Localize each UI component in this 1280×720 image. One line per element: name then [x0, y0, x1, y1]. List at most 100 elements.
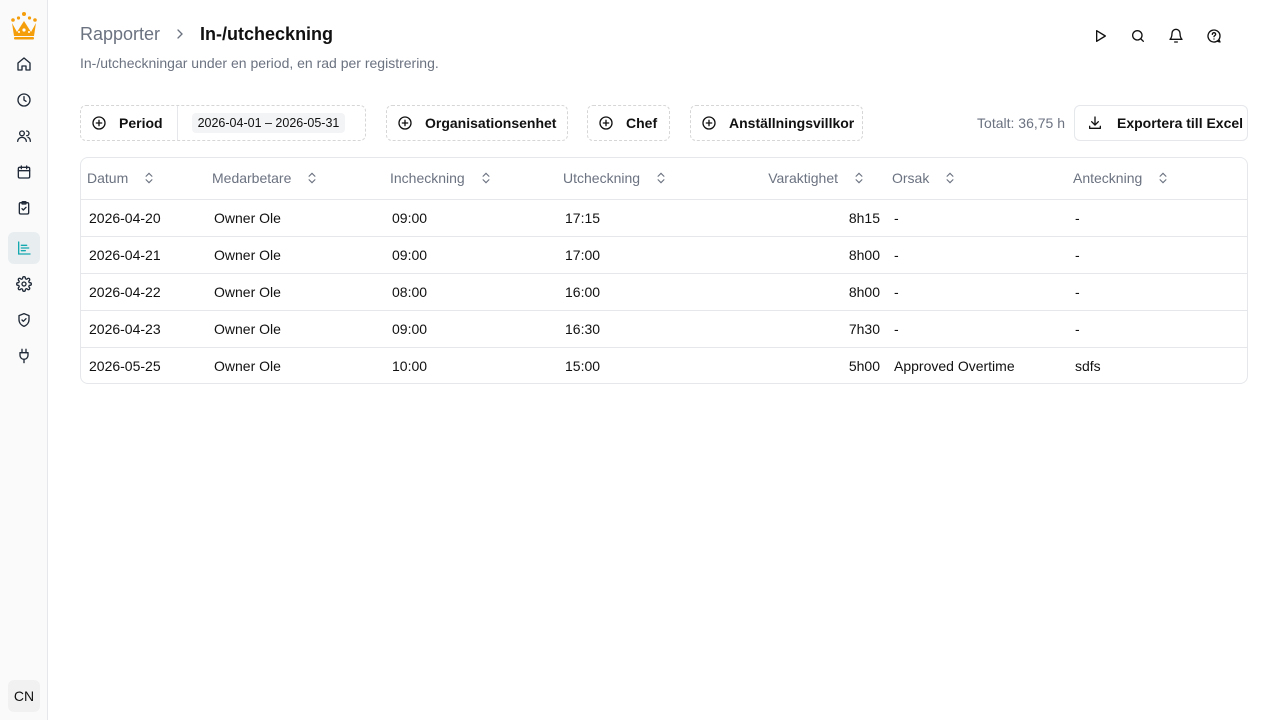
cell-reason: - [886, 273, 1067, 311]
sort-icon[interactable] [852, 171, 866, 185]
crown-logo[interactable] [8, 10, 40, 42]
clipboard-check-icon[interactable] [8, 192, 40, 224]
sort-icon[interactable] [1156, 171, 1170, 185]
breadcrumb: Rapporter In-/utcheckning [80, 22, 333, 46]
cell-date: 2026-04-21 [81, 236, 206, 274]
breadcrumb-parent[interactable]: Rapporter [80, 24, 160, 45]
column-header-checkin[interactable]: Incheckning [384, 158, 557, 200]
cell-note: - [1067, 273, 1247, 311]
table-row[interactable]: 2026-04-20 Owner Ole 09:00 17:15 8h15 - … [81, 199, 1247, 237]
table-row[interactable]: 2026-04-21 Owner Ole 09:00 17:00 8h00 - … [81, 236, 1247, 274]
period-filter[interactable]: Period 2026-04-01 – 2026-05-31 [80, 105, 366, 141]
column-header-label: Varaktighet [768, 170, 838, 187]
cell-reason: - [886, 199, 1067, 237]
play-icon[interactable] [1090, 26, 1110, 46]
reports-icon[interactable] [8, 232, 40, 264]
top-actions [1090, 26, 1224, 46]
cell-reason: - [886, 310, 1067, 348]
column-header-checkout[interactable]: Utcheckning [557, 158, 737, 200]
employment-terms-filter-label: Anställningsvillkor [729, 115, 855, 131]
cell-checkout: 16:30 [557, 310, 737, 348]
cell-checkout: 16:00 [557, 273, 737, 311]
column-header-date[interactable]: Datum [81, 158, 206, 200]
cell-note: - [1067, 199, 1247, 237]
cell-duration: 8h15 [737, 199, 886, 237]
plug-icon[interactable] [8, 340, 40, 372]
plus-circle-icon [397, 115, 413, 131]
home-icon[interactable] [8, 48, 40, 80]
page-title: In-/utcheckning [200, 23, 334, 44]
cell-date: 2026-04-22 [81, 273, 206, 311]
sort-icon[interactable] [142, 171, 156, 185]
chevron-right-icon [172, 26, 188, 42]
cell-note: sdfs [1075, 357, 1101, 374]
column-header-note[interactable]: Anteckning [1067, 158, 1247, 200]
cell-checkout: 17:00 [557, 236, 737, 274]
sort-icon[interactable] [943, 171, 957, 185]
plus-circle-icon [91, 115, 107, 131]
manager-filter[interactable]: Chef [587, 105, 670, 141]
download-icon [1087, 115, 1103, 131]
column-header-duration[interactable]: Varaktighet [737, 158, 886, 200]
column-header-label: Utcheckning [563, 170, 641, 187]
column-header-employee[interactable]: Medarbetare [206, 158, 384, 200]
cell-checkin: 10:00 [392, 357, 428, 374]
table-row[interactable]: 2026-04-23 Owner Ole 09:00 16:30 7h30 - … [81, 310, 1247, 348]
cell-note: - [1067, 236, 1247, 274]
plus-circle-icon [701, 115, 717, 131]
cell-employee: Owner Ole [206, 273, 384, 311]
cell-duration: 5h00 [848, 357, 880, 374]
plus-circle-icon [598, 115, 614, 131]
column-header-label: Datum [87, 170, 129, 187]
sort-icon[interactable] [305, 171, 319, 185]
cell-reason: - [886, 236, 1067, 274]
users-icon[interactable] [8, 120, 40, 152]
period-filter-label: Period [119, 115, 163, 131]
cell-duration: 8h00 [737, 273, 886, 311]
help-chat-icon[interactable] [1204, 26, 1224, 46]
cell-employee: Owner Ole [214, 357, 281, 374]
employment-terms-filter[interactable]: Anställningsvillkor [690, 105, 863, 141]
table-row[interactable]: 2026-04-22 Owner Ole 08:00 16:00 8h00 - … [81, 273, 1247, 311]
cell-date: 2026-04-23 [81, 310, 206, 348]
org-unit-filter[interactable]: Organisationsenhet [386, 105, 568, 141]
avatar[interactable]: CN [8, 680, 40, 712]
clock-icon[interactable] [8, 84, 40, 116]
column-header-label: Anteckning [1073, 170, 1143, 187]
cell-checkin: 09:00 [384, 236, 557, 274]
cell-duration: 7h30 [737, 310, 886, 348]
shield-check-icon[interactable] [8, 304, 40, 336]
cell-checkout: 15:00 [565, 357, 601, 374]
column-header-label: Orsak [892, 170, 930, 187]
bell-icon[interactable] [1166, 26, 1186, 46]
sidebar: CN [0, 0, 48, 720]
column-header-reason[interactable]: Orsak [886, 158, 1067, 200]
gear-icon[interactable] [8, 268, 40, 300]
cell-employee: Owner Ole [206, 310, 384, 348]
sort-icon[interactable] [654, 171, 668, 185]
table-header-row: Datum Medarbetare Incheckning Utchecknin… [81, 158, 1247, 200]
calendar-icon[interactable] [8, 156, 40, 188]
total-hours: Totalt: 36,75 h [977, 115, 1065, 131]
page-subtitle: In-/utcheckningar under en period, en ra… [80, 55, 439, 71]
column-header-label: Incheckning [390, 170, 465, 187]
export-excel-label: Exportera till Excel [1117, 115, 1244, 131]
cell-employee: Owner Ole [206, 236, 384, 274]
cell-reason: Approved Overtime [894, 357, 1015, 374]
cell-employee: Owner Ole [206, 199, 384, 237]
sort-icon[interactable] [479, 171, 493, 185]
column-header-label: Medarbetare [212, 170, 292, 187]
cell-checkin: 09:00 [384, 199, 557, 237]
cell-note: - [1067, 310, 1247, 348]
export-excel-button[interactable]: Exportera till Excel [1074, 105, 1248, 141]
cell-checkout: 17:15 [557, 199, 737, 237]
cell-date: 2026-04-20 [81, 199, 206, 237]
cell-checkin: 09:00 [384, 310, 557, 348]
manager-filter-label: Chef [626, 115, 658, 131]
table-row[interactable]: 2026-05-25 Owner Ole 10:00 15:00 5h00 Ap… [81, 347, 1247, 383]
cell-duration: 8h00 [737, 236, 886, 274]
cell-checkin: 08:00 [384, 273, 557, 311]
cell-date: 2026-05-25 [89, 357, 161, 374]
search-icon[interactable] [1128, 26, 1148, 46]
period-value-badge: 2026-04-01 – 2026-05-31 [191, 113, 346, 133]
